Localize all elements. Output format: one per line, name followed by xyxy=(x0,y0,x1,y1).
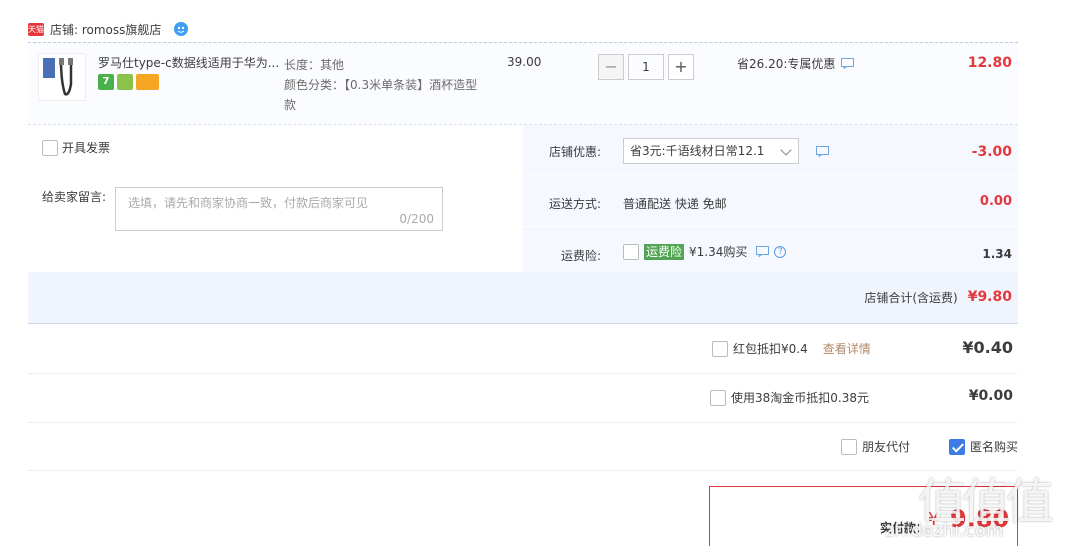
invoice-checkbox[interactable] xyxy=(42,139,58,156)
qty-plus-button[interactable]: + xyxy=(668,54,694,80)
shop-discount-select[interactable]: 省3元:千语线材日常12.1 xyxy=(623,138,799,164)
friend-pay-option[interactable]: 朋友代付 xyxy=(841,438,910,455)
insurance-badge: 运费险 xyxy=(644,243,685,260)
cable-image-icon xyxy=(43,58,73,96)
redpack-label: 红包抵扣¥0.4 xyxy=(733,342,808,356)
redpack-detail-link[interactable]: 查看详情 xyxy=(823,340,871,357)
message-icon[interactable] xyxy=(841,58,855,69)
order-item: 罗马仕type-c数据线适用于华为... 7 长度：其他 颜色分类：【0.3米单… xyxy=(28,42,1018,124)
anonymous-label: 匿名购买 xyxy=(970,440,1019,454)
redpack-checkbox[interactable] xyxy=(712,340,728,357)
shop-options: 店铺优惠: 省3元:千语线材日常12.1 -3.00 运送方式: 普通配送 快递… xyxy=(523,125,1018,273)
sku-length: 长度：其他 xyxy=(284,58,345,72)
divider xyxy=(28,373,1018,374)
insurance-label: 运费险: xyxy=(561,249,602,263)
shop-discount-label: 店铺优惠: xyxy=(549,145,602,159)
qty-minus-button[interactable]: − xyxy=(598,54,624,80)
anonymous-option[interactable]: 匿名购买 xyxy=(949,438,1018,455)
memo-textarea[interactable]: 选填，请先和商家协商一致，付款后商家可见 0/200 xyxy=(115,187,443,231)
insurance-row: 运费险: 运费险 ¥1.34购买 ? 1.34 xyxy=(523,227,1018,273)
product-thumbnail[interactable] xyxy=(38,53,86,101)
shop-total-row: 店铺合计(含运费) ¥9.80 xyxy=(28,272,1018,324)
shipping-label: 运送方式: xyxy=(549,197,602,211)
sku-color: 颜色分类：【0.3米单条装】酒杯造型款 xyxy=(284,78,478,112)
shop-discount-selected: 省3元:千语线材日常12.1 xyxy=(630,144,765,158)
shop-total: 店铺合计(含运费) ¥9.80 xyxy=(864,289,1012,306)
coin-value: ¥0.00 xyxy=(968,388,1013,404)
shipping-value: 0.00 xyxy=(979,194,1012,209)
qty-input[interactable]: 1 xyxy=(628,54,664,80)
shop-total-value: ¥9.80 xyxy=(967,289,1012,305)
shop-name[interactable]: 店铺: romoss旗舰店 xyxy=(50,21,161,38)
insurance-checkbox[interactable] xyxy=(623,243,639,260)
watermark-sub: zhidezhi.com xyxy=(885,520,1004,541)
coin-checkbox[interactable] xyxy=(710,389,726,406)
quantity-stepper: − 1 + xyxy=(598,54,694,80)
shipping-method: 普通配送 快递 免邮 xyxy=(623,197,727,211)
battery-service-icon[interactable] xyxy=(117,74,133,90)
friend-pay-label: 朋友代付 xyxy=(862,440,911,454)
tmall-badge: 天猫 xyxy=(28,22,44,36)
coin-label: 使用38淘金币抵扣0.38元 xyxy=(731,391,869,405)
coin-option[interactable]: 使用38淘金币抵扣0.38元 xyxy=(710,389,869,406)
sku-info: 长度：其他 颜色分类：【0.3米单条装】酒杯造型款 xyxy=(284,55,484,115)
product-title-link[interactable]: 罗马仕type-c数据线适用于华为... xyxy=(98,54,283,71)
insurance-value: 1.34 xyxy=(982,247,1012,261)
memo-label: 给卖家留言: xyxy=(42,190,107,204)
shop-discount-row: 店铺优惠: 省3元:千语线材日常12.1 -3.00 xyxy=(523,125,1018,175)
item-discount: 省26.20:专属优惠 xyxy=(737,55,855,72)
insurance-option[interactable]: 运费险 ¥1.34购买 ? xyxy=(623,243,787,260)
shop-discount-value: -3.00 xyxy=(971,144,1012,160)
service-tags: 7 xyxy=(98,74,159,90)
message-icon[interactable] xyxy=(816,146,829,157)
message-icon[interactable] xyxy=(756,246,770,257)
shop-header: 天猫 店铺: romoss旗舰店 xyxy=(28,18,189,40)
insurance-price: ¥1.34购买 xyxy=(689,245,748,259)
seven-day-return-icon[interactable]: 7 xyxy=(98,74,114,90)
wangwang-chat-icon[interactable] xyxy=(173,21,189,37)
divider xyxy=(28,422,1018,423)
redpack-value: ¥0.40 xyxy=(962,338,1013,357)
divider xyxy=(28,470,1018,471)
anonymous-checkbox[interactable] xyxy=(949,438,965,455)
discount-text: 省26.20:专属优惠 xyxy=(737,57,836,71)
shipping-row: 运送方式: 普通配送 快递 免邮 0.00 xyxy=(523,175,1018,227)
help-icon[interactable]: ? xyxy=(774,245,787,258)
unit-price: 39.00 xyxy=(507,55,542,69)
memo-placeholder: 选填，请先和商家协商一致，付款后商家可见 xyxy=(128,196,369,210)
order-options: 开具发票 给卖家留言: 选填，请先和商家协商一致，付款后商家可见 0/200 店… xyxy=(28,124,1018,273)
buyer-options: 开具发票 给卖家留言: 选填，请先和商家协商一致，付款后商家可见 0/200 xyxy=(28,125,523,273)
redpack-option[interactable]: 红包抵扣¥0.4 查看详情 xyxy=(712,340,871,357)
item-total: 12.80 xyxy=(967,55,1012,71)
shop-total-label: 店铺合计(含运费) xyxy=(864,291,958,305)
friend-pay-checkbox[interactable] xyxy=(841,438,857,455)
invoice-option[interactable]: 开具发票 xyxy=(42,139,110,156)
memo-char-count: 0/200 xyxy=(399,212,434,226)
invoice-label: 开具发票 xyxy=(62,141,111,155)
chevron-down-icon xyxy=(780,144,792,156)
credit-card-icon[interactable] xyxy=(136,74,159,90)
